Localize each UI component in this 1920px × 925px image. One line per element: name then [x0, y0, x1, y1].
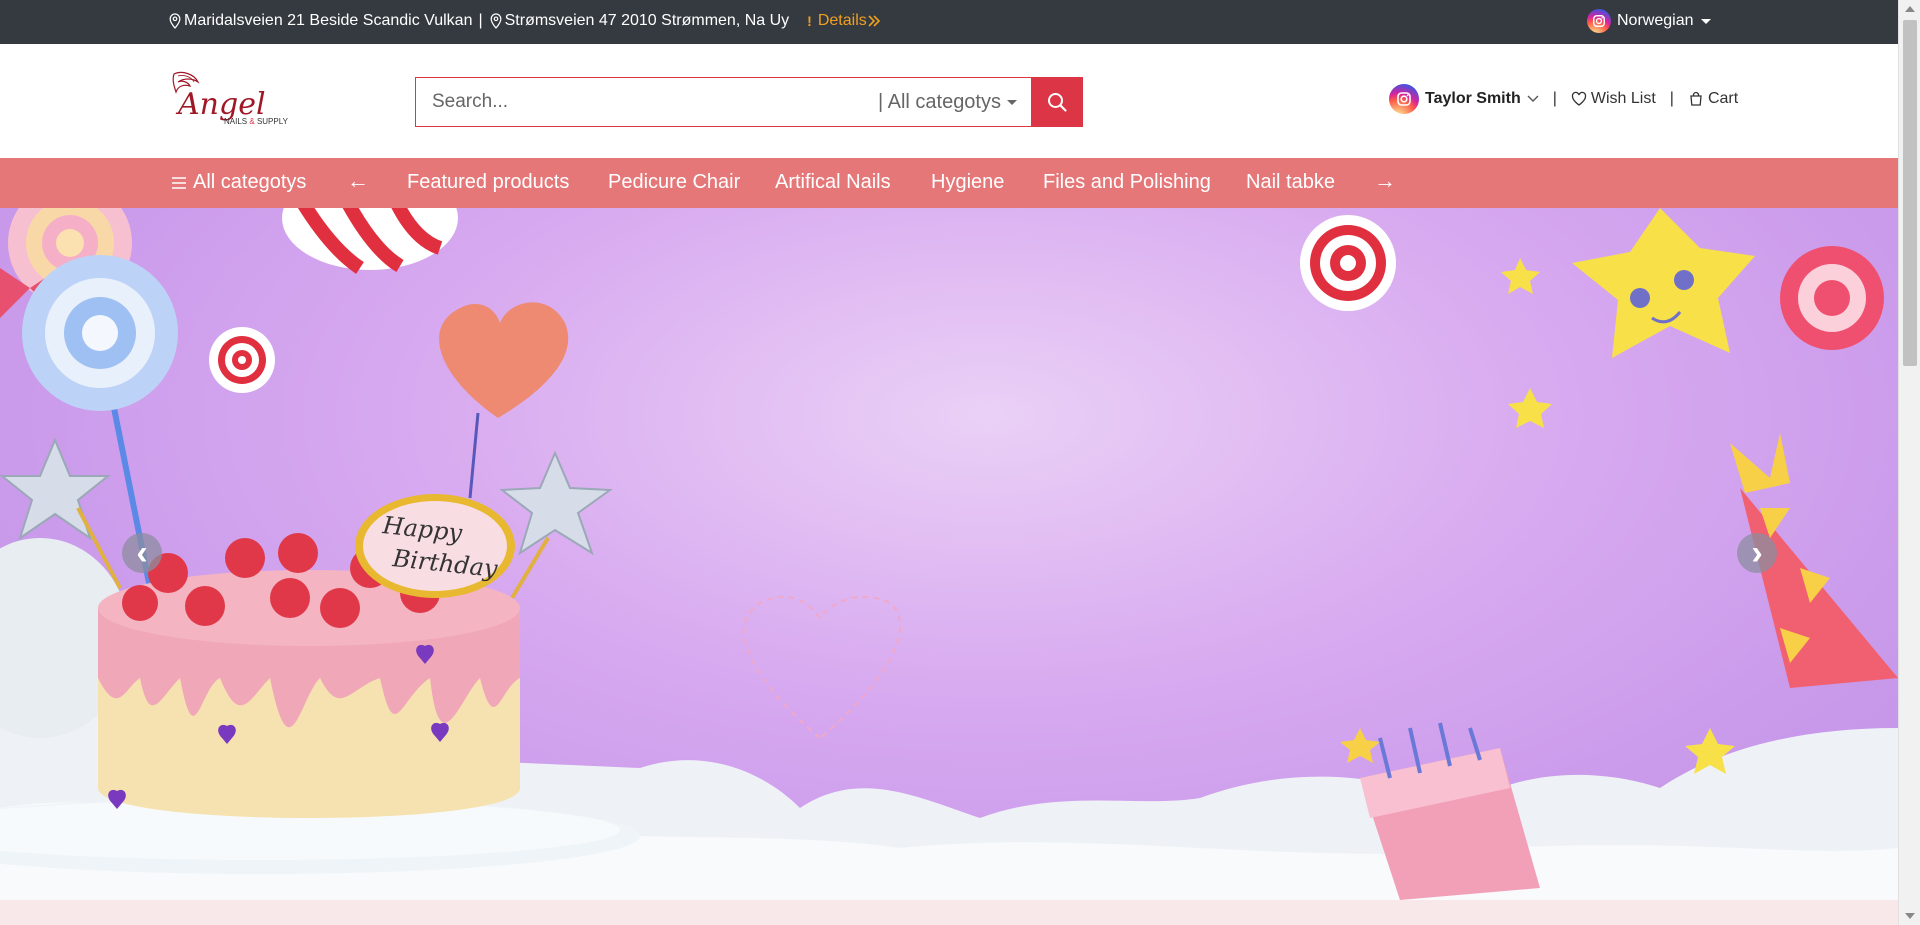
category-select-label: | All categotys: [877, 90, 1001, 113]
nav-item-pedicure-chair[interactable]: Pedicure Chair: [608, 171, 740, 194]
user-bar: Taylor Smith | Wish List | Cart: [1389, 84, 1738, 114]
language-selector[interactable]: Norwegian: [1587, 9, 1712, 33]
scroll-up-arrow-icon[interactable]: [1905, 6, 1915, 12]
nav-item-artifical-nails[interactable]: Artifical Nails: [775, 171, 891, 194]
wishlist-link[interactable]: Wish List: [1571, 90, 1656, 108]
caret-down-icon: [1007, 99, 1017, 105]
search-icon: [1048, 93, 1067, 112]
address-1: Maridalsveien 21 Beside Scandic Vulkan: [184, 12, 473, 29]
section-divider: [0, 900, 1898, 925]
hero-carousel: Happy Birthday ‹ ›: [0, 208, 1898, 900]
details-label: Details: [817, 12, 867, 29]
category-nav: All categotys ← Featured products Pedicu…: [0, 158, 1898, 208]
all-categories-label: All categotys: [193, 171, 307, 193]
header-separator: |: [1552, 90, 1557, 107]
birthday-banner-image: Happy Birthday: [0, 208, 1898, 900]
details-link[interactable]: ! Details: [807, 12, 883, 30]
nav-item-featured-products[interactable]: Featured products: [407, 171, 569, 194]
scroll-down-arrow-icon[interactable]: [1905, 913, 1915, 919]
category-select[interactable]: | All categotys: [878, 78, 1031, 126]
nav-next-arrow[interactable]: →: [1374, 168, 1396, 194]
user-menu[interactable]: Taylor Smith: [1425, 90, 1521, 108]
chevron-down-icon: [1527, 95, 1539, 102]
scrollbar-thumb[interactable]: [1903, 20, 1917, 366]
search-bar: | All categotys: [415, 77, 1083, 127]
nav-prev-arrow[interactable]: ←: [347, 168, 369, 194]
instagram-icon: [1587, 9, 1611, 33]
details-alert-mark: !: [807, 13, 812, 29]
language-label: Norwegian: [1617, 12, 1694, 29]
wishlist-label: Wish List: [1590, 90, 1656, 107]
address-separator: |: [478, 12, 483, 29]
logo-subtext-supply: SUPPLY: [257, 117, 289, 126]
top-info-bar: Maridalsveien 21 Beside Scandic Vulkan |…: [0, 0, 1898, 44]
header-separator: |: [1669, 90, 1674, 107]
site-header: Angel NAILS & SUPPLY | All categotys Tay…: [0, 44, 1898, 158]
instagram-icon: [1389, 84, 1419, 114]
heart-icon: [1571, 91, 1587, 106]
logo-subtext-amp: &: [249, 117, 255, 126]
nav-item-files-and-polishing[interactable]: Files and Polishing: [1043, 171, 1211, 194]
nav-item-nail-tabke[interactable]: Nail tabke: [1246, 171, 1335, 194]
location-pin-icon: [169, 13, 181, 29]
address-2: Strømsveien 47 2010 Strømmen, Na Uy: [504, 12, 790, 29]
shopping-bag-icon: [1690, 91, 1702, 106]
logo-subtext-nails: NAILS: [224, 117, 247, 126]
cart-link[interactable]: Cart: [1688, 90, 1738, 108]
logo-subtext: NAILS & SUPPLY: [224, 117, 289, 126]
carousel-next-button[interactable]: ›: [1737, 533, 1777, 573]
page-scrollbar[interactable]: [1898, 0, 1920, 925]
all-categories-menu[interactable]: All categotys: [172, 171, 306, 194]
cart-label: Cart: [1707, 90, 1739, 107]
search-button[interactable]: [1031, 78, 1083, 126]
store-addresses: Maridalsveien 21 Beside Scandic Vulkan |…: [168, 12, 883, 30]
site-logo[interactable]: Angel NAILS & SUPPLY: [168, 68, 308, 132]
double-chevron-right-icon: [868, 15, 880, 27]
angel-logo-icon: Angel NAILS & SUPPLY: [172, 71, 289, 126]
search-input[interactable]: [416, 78, 878, 126]
hamburger-icon: [172, 176, 186, 189]
location-pin-icon: [490, 13, 502, 29]
nav-item-hygiene[interactable]: Hygiene: [931, 171, 1004, 194]
caret-down-icon: [1701, 18, 1712, 24]
carousel-prev-button[interactable]: ‹: [122, 533, 162, 573]
